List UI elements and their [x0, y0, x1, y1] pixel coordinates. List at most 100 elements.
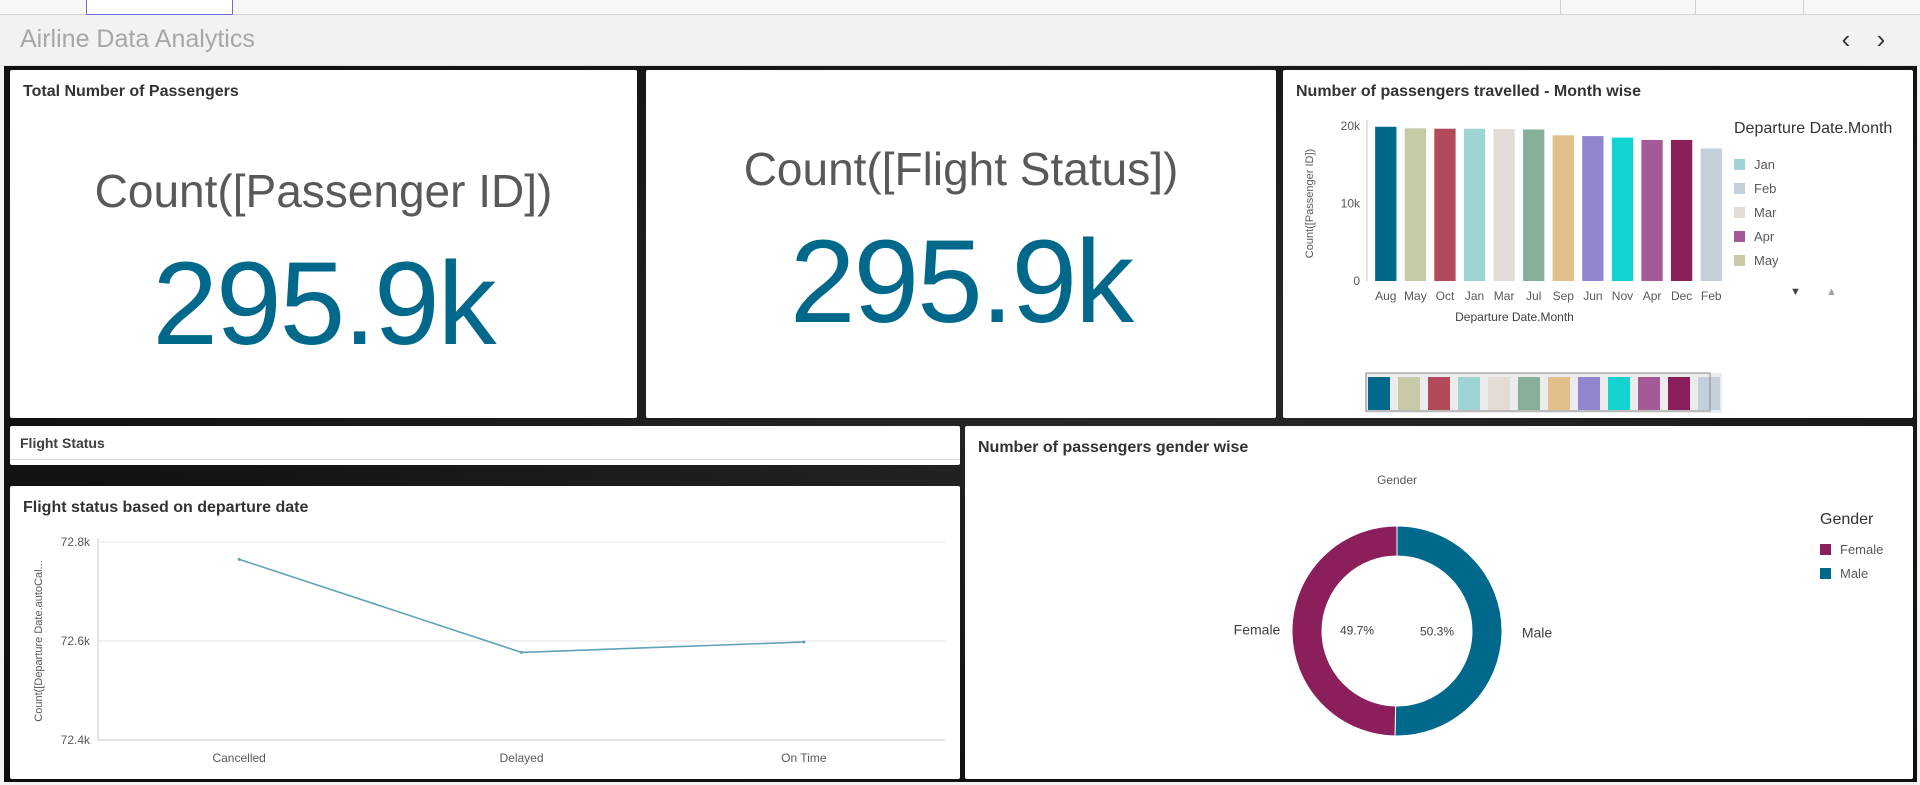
legend-item[interactable]: Female: [1820, 537, 1910, 561]
y-axis-title: Count([Departure Date.autoCal...: [33, 560, 45, 721]
scrollbar-bar: [1368, 377, 1390, 410]
legend-label: Feb: [1754, 180, 1777, 196]
scrollbar-bar: [1698, 377, 1720, 410]
series-line: [238, 558, 804, 654]
kpi-label: Count([Flight Status]): [743, 143, 1179, 195]
scrollbar-bar: [1548, 377, 1570, 410]
bar: [1375, 126, 1397, 282]
x-tick-label: Nov: [1612, 289, 1633, 303]
y-tick-label: 72.8k: [61, 535, 91, 549]
legend-item[interactable]: Jan: [1734, 152, 1909, 176]
legend-label: Apr: [1754, 228, 1775, 244]
bar: [1404, 128, 1427, 281]
flight-status-line-chart[interactable]: Flight status based on departure date 72…: [10, 486, 960, 779]
legend-scroll-up-icon[interactable]: ▲: [1826, 286, 1837, 298]
kpi-flight-status[interactable]: Count([Flight Status]) 295.9k: [646, 70, 1276, 418]
bar: [1641, 139, 1663, 281]
y-tick-label: 10k: [1341, 197, 1361, 211]
legend-swatch: [1734, 254, 1745, 266]
x-tick-label: On Time: [781, 751, 827, 765]
kpi-value: 295.9k: [789, 216, 1134, 348]
y-tick-label: 20k: [1341, 119, 1361, 133]
x-tick-label: Delayed: [499, 751, 543, 765]
legend-scroll-down-icon[interactable]: ▼: [1790, 286, 1801, 298]
top-toolbar: [0, 0, 1920, 15]
legend-label: May: [1754, 252, 1779, 268]
legend-item[interactable]: Male: [1820, 561, 1910, 585]
x-tick-label: May: [1404, 289, 1427, 303]
scrollbar-bar: [1398, 377, 1420, 410]
legend-label: Jan: [1754, 156, 1775, 172]
bar: [1493, 129, 1515, 281]
legend-item[interactable]: Mar: [1734, 200, 1909, 224]
kpi-label: Count([Passenger ID]): [94, 165, 553, 217]
legend-swatch: [1734, 206, 1745, 218]
bar: [1552, 135, 1574, 281]
legend-title: Gender: [1820, 511, 1874, 528]
y-axis-title: Count([Passenger ID]): [1304, 149, 1316, 258]
bar-chart-legend: Departure Date.Month Jan Feb Mar Apr May…: [1734, 120, 1909, 298]
x-tick-label: Jun: [1583, 289, 1602, 303]
x-tick-label: Jul: [1526, 289, 1541, 303]
sheet-title: Airline Data Analytics: [20, 25, 255, 53]
slice-value-label: 49.7%: [1340, 624, 1374, 638]
legend-item[interactable]: May: [1734, 248, 1909, 270]
flight-status-filter[interactable]: Flight Status: [10, 426, 960, 465]
legend-label: Female: [1840, 541, 1884, 557]
slice-value-label: 50.3%: [1420, 624, 1454, 638]
scrollbar-bar: [1578, 377, 1600, 410]
x-tick-label: Feb: [1701, 289, 1722, 303]
scrollbar-bar: [1668, 377, 1690, 410]
gender-legend: Gender Female Male: [1820, 511, 1910, 585]
x-tick-label: Jan: [1465, 289, 1484, 303]
bar: [1700, 148, 1722, 281]
x-tick-label: Cancelled: [212, 751, 265, 765]
legend-list[interactable]: Jan Feb Mar Apr May: [1734, 152, 1909, 270]
scrollbar-bar: [1638, 377, 1660, 410]
chart-scrollbar[interactable]: [1365, 372, 1722, 413]
toolbar-divider: [1560, 0, 1561, 15]
chevron-right-icon[interactable]: ›: [1868, 26, 1894, 53]
data-point: [237, 557, 241, 561]
selected-toolbar-tab[interactable]: [86, 0, 233, 15]
monthly-passengers-chart[interactable]: Number of passengers travelled - Month w…: [1283, 70, 1913, 418]
legend-item[interactable]: Feb: [1734, 176, 1909, 200]
legend-swatch: [1820, 543, 1831, 555]
bar: [1434, 128, 1456, 281]
donut-title: Gender: [1377, 473, 1417, 487]
scrollbar-bar: [1458, 377, 1480, 410]
y-tick-label: 0: [1353, 274, 1360, 288]
scrollbar-bar: [1428, 377, 1450, 410]
legend-swatch: [1734, 230, 1745, 242]
dashboard-canvas: Total Number of Passengers Count([Passen…: [4, 66, 1917, 782]
donut-chart-svg[interactable]: Gender 50.3% Male 49.7% Female: [965, 426, 1913, 779]
line-chart-svg[interactable]: 72.4k 72.6k 72.8k Count([Departure Date.aut…: [10, 486, 960, 779]
filter-divider: [10, 459, 960, 460]
chevron-left-icon[interactable]: ‹: [1833, 26, 1859, 53]
data-point: [520, 650, 523, 654]
y-tick-label: 72.6k: [61, 634, 91, 648]
bar: [1463, 128, 1486, 281]
bar: [1582, 136, 1604, 281]
x-tick-label: Dec: [1671, 289, 1692, 303]
y-tick-label: 72.4k: [61, 733, 91, 747]
x-axis-title: Departure Date.Month: [1455, 310, 1574, 324]
legend-swatch: [1734, 182, 1745, 194]
scrollbar-bar: [1608, 377, 1630, 410]
slice-category-label: Male: [1522, 624, 1553, 640]
sheet-title-bar: Airline Data Analytics ‹ ›: [0, 15, 1920, 66]
scrollbar-bar: [1518, 377, 1540, 410]
x-tick-label: Oct: [1436, 289, 1455, 303]
scrollbar-bar: [1488, 377, 1510, 410]
legend-swatch: [1734, 158, 1745, 170]
x-tick-label: Mar: [1494, 289, 1515, 303]
bar: [1523, 129, 1545, 281]
toolbar-divider: [1803, 0, 1804, 15]
legend-item[interactable]: Apr: [1734, 224, 1909, 248]
panel-title: Total Number of Passengers: [23, 83, 239, 100]
x-tick-label: Sep: [1553, 289, 1575, 303]
data-point: [802, 640, 806, 644]
slice-category-label: Female: [1234, 622, 1281, 638]
kpi-total-passengers[interactable]: Total Number of Passengers Count([Passen…: [10, 70, 637, 418]
gender-donut-chart[interactable]: Number of passengers gender wise Gender 5…: [965, 426, 1913, 779]
